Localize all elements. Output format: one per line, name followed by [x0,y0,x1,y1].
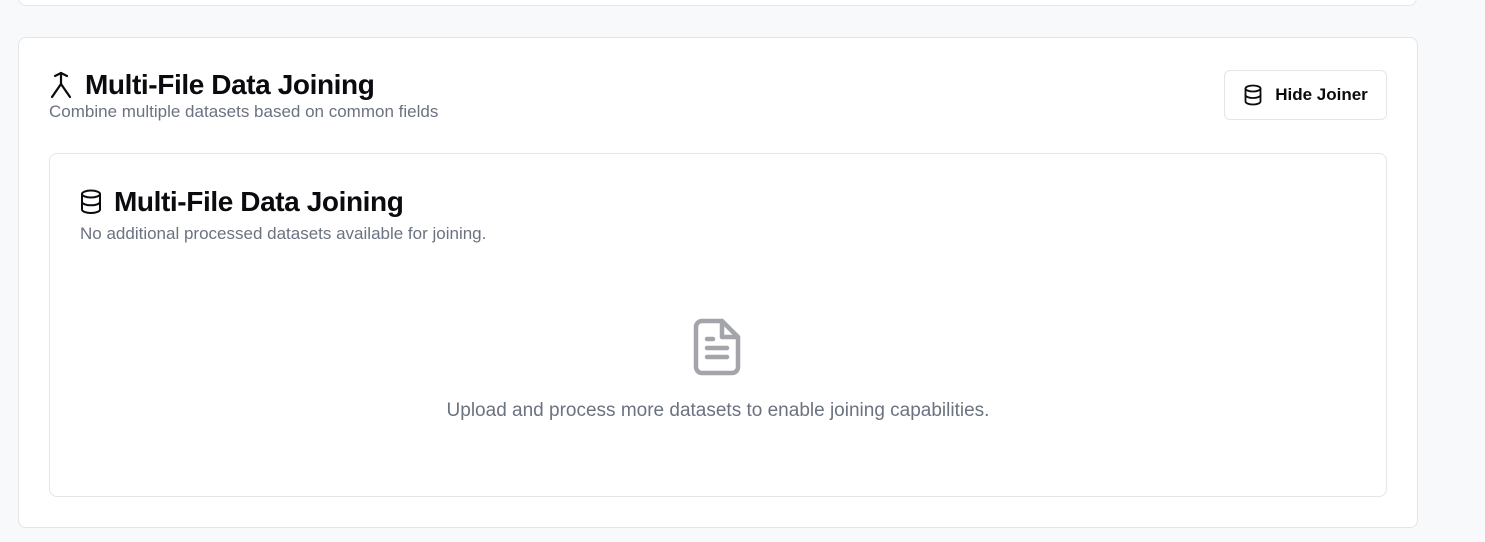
database-icon [80,189,102,215]
merge-icon [49,71,73,99]
empty-state-message: Upload and process more datasets to enab… [446,400,990,421]
previous-section-card [18,0,1417,6]
section-subtitle: Combine multiple datasets based on commo… [49,102,439,121]
section-title: Multi-File Data Joining [85,69,375,100]
data-joiner-section: Multi-File Data Joining Combine multiple… [18,37,1418,528]
section-header: Multi-File Data Joining [49,67,375,103]
hide-joiner-button[interactable]: Hide Joiner [1224,70,1387,120]
panel-title: Multi-File Data Joining [114,186,404,217]
panel-subtitle: No additional processed datasets availab… [80,224,487,243]
database-icon [1243,84,1263,106]
file-text-icon [693,318,741,376]
hide-joiner-label: Hide Joiner [1275,85,1368,104]
panel-header: Multi-File Data Joining [80,184,404,220]
joiner-panel: Multi-File Data Joining No additional pr… [49,153,1387,497]
